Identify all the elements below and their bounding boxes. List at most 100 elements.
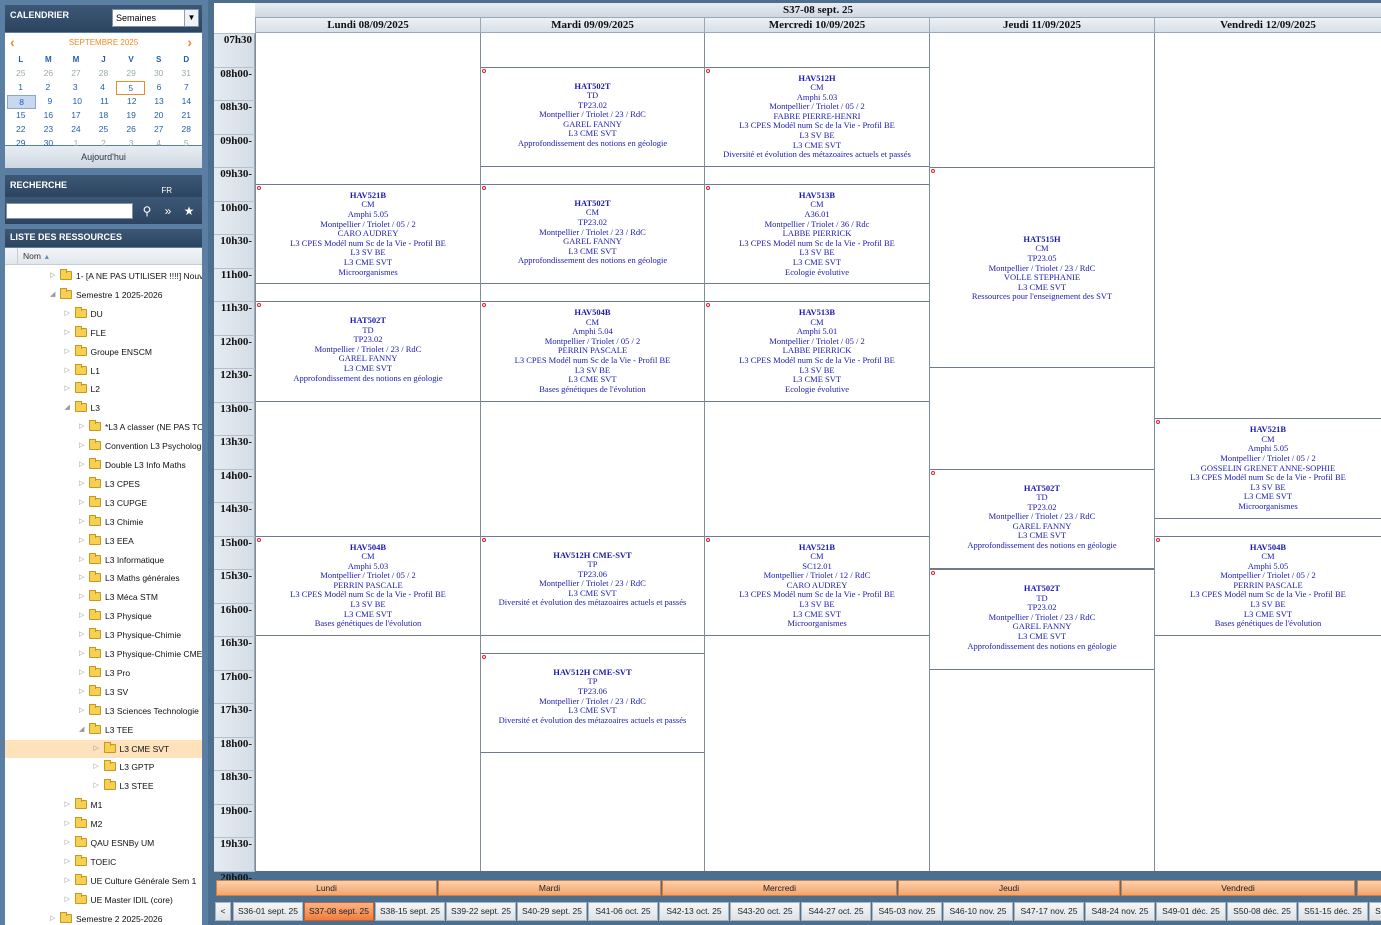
calendar-day[interactable]: 26 [35, 67, 63, 81]
tree-item[interactable]: ▷ FLE [5, 324, 202, 342]
tree-item[interactable]: ▷ M1 [5, 796, 202, 814]
tree-item[interactable]: ▷ *L3 A classer (NE PAS TOUCHER) [5, 418, 202, 436]
tree-item[interactable]: ▷ L3 Méca STM [5, 588, 202, 606]
tree-item[interactable]: ▷ L3 Chimie [5, 513, 202, 531]
caret-right-icon[interactable]: ▷ [79, 456, 87, 474]
day-tab[interactable]: Lundi [216, 880, 437, 896]
caret-right-icon[interactable]: ▷ [65, 891, 73, 909]
caret-right-icon[interactable]: ▷ [65, 853, 73, 871]
caret-right-icon[interactable]: ▷ [65, 324, 73, 342]
tree-item[interactable]: ▷ L3 Informatique [5, 551, 202, 569]
calendar-day[interactable]: 20 [145, 109, 173, 123]
calendar-day[interactable]: 28 [172, 123, 200, 137]
caret-right-icon[interactable]: ▷ [79, 532, 87, 550]
calendar-day[interactable]: 8 [7, 95, 37, 109]
tree-item[interactable]: ▷ DU [5, 305, 202, 323]
search-input[interactable] [6, 203, 133, 219]
caret-right-icon[interactable]: ▷ [79, 569, 87, 587]
chevron-right-icon[interactable]: › [187, 35, 192, 49]
calendar-day[interactable]: 11 [91, 95, 118, 109]
week-tab[interactable]: S36-01 sept. 25 [233, 902, 303, 921]
calendar-day[interactable]: 21 [172, 109, 200, 123]
caret-right-icon[interactable]: ▷ [65, 815, 73, 833]
tree-item[interactable]: ▷ L3 Pro [5, 664, 202, 682]
prev-week-button[interactable]: < [215, 902, 231, 921]
event-block[interactable]: HAT515H CM TP23.05 Montpellier / Triolet / … [930, 167, 1154, 368]
caret-down-icon[interactable]: ◢ [79, 721, 87, 739]
caret-right-icon[interactable]: ▷ [65, 343, 73, 361]
calendar-day[interactable]: 31 [172, 67, 200, 81]
tree-item[interactable]: ▷ L3 Maths générales [5, 569, 202, 587]
event-block[interactable]: HAV504B CM Amphi 5.05 Montpellier / Triolet… [1155, 535, 1381, 636]
caret-right-icon[interactable]: ▷ [94, 758, 102, 776]
caret-right-icon[interactable]: ▷ [65, 834, 73, 852]
event-block[interactable]: HAV521B CM Amphi 5.05 Montpellier / Triolet… [256, 183, 480, 285]
calendar-day[interactable]: 27 [145, 123, 173, 137]
tree-item[interactable]: ▷ Convention L3 Psychologie [5, 437, 202, 455]
caret-right-icon[interactable]: ▷ [79, 702, 87, 720]
event-block[interactable]: HAV513B CM Amphi 5.01 Montpellier / Triolet… [705, 301, 929, 402]
week-tab[interactable]: S47-17 nov. 25 [1014, 902, 1084, 921]
calendar-day[interactable]: 13 [145, 95, 172, 109]
tree-item[interactable]: ▷ QAU ESNBy UM [5, 834, 202, 852]
calendar-day[interactable]: 29 [117, 67, 145, 81]
event-block[interactable]: HAT502T TD TP23.02 Montpellier / Triolet / … [930, 468, 1154, 569]
event-block[interactable]: HAV512H CME-SVT TP TP23.06 Montpellier / Tr… [481, 652, 704, 754]
today-button[interactable]: Aujourd'hui [5, 146, 202, 168]
calendar-day[interactable]: 15 [7, 109, 35, 123]
tree-item[interactable]: ▷ L3 GPTP [5, 758, 202, 776]
week-tab[interactable]: S49-01 déc. 25 [1156, 902, 1226, 921]
calendar-day[interactable]: 27 [62, 67, 90, 81]
calendar-day[interactable]: 16 [35, 109, 63, 123]
event-block[interactable]: HAT502T TD TP23.02 Montpellier / Triolet / … [930, 569, 1154, 670]
calendar-day[interactable]: 1 [7, 81, 34, 95]
week-tab[interactable]: S40-29 sept. 25 [517, 902, 587, 921]
tree-item[interactable]: ◢ Semestre 1 2025-2026 [5, 286, 202, 304]
week-tab[interactable]: S39-22 sept. 25 [446, 902, 516, 921]
calendar-day[interactable]: 12 [118, 95, 145, 109]
caret-right-icon[interactable]: ▷ [79, 664, 87, 682]
caret-right-icon[interactable]: ▷ [79, 683, 87, 701]
caret-right-icon[interactable]: ▷ [65, 305, 73, 323]
calendar-day[interactable]: 24 [62, 123, 90, 137]
week-tab[interactable]: S48-24 nov. 25 [1085, 902, 1155, 921]
caret-right-icon[interactable]: ▷ [94, 777, 102, 795]
tree-item[interactable]: ▷ L3 CUPGE [5, 494, 202, 512]
calendar-day[interactable]: 9 [36, 95, 63, 109]
calendar-day[interactable]: 25 [90, 123, 118, 137]
calendar-day[interactable]: 28 [90, 67, 118, 81]
caret-right-icon[interactable]: ▷ [65, 380, 73, 398]
tree-item[interactable]: ▷ L3 STEE [5, 777, 202, 795]
caret-right-icon[interactable]: ▷ [65, 796, 73, 814]
calendar-day[interactable]: 6 [145, 81, 172, 95]
tree-item[interactable]: ▷ M2 [5, 815, 202, 833]
calendar-day[interactable]: 18 [90, 109, 118, 123]
week-tab[interactable]: S44-27 oct. 25 [801, 902, 871, 921]
double-chevron-icon[interactable]: » [160, 202, 176, 220]
caret-right-icon[interactable]: ▷ [50, 267, 58, 285]
column-nom[interactable]: Nom ▲ [23, 251, 50, 261]
week-tab[interactable]: S51-15 déc. 25 [1298, 902, 1368, 921]
caret-right-icon[interactable]: ▷ [79, 551, 87, 569]
tree-item[interactable]: ▷ L2 [5, 380, 202, 398]
event-block[interactable]: HAT502T CM TP23.02 Montpellier / Triolet / … [481, 183, 704, 285]
event-block[interactable]: HAT502T TD TP23.02 Montpellier / Triolet / … [256, 301, 480, 402]
tree-item[interactable]: ▷ UE Culture Générale Sem 1 [5, 872, 202, 890]
caret-right-icon[interactable]: ▷ [79, 437, 87, 455]
calendar-day[interactable]: 7 [173, 81, 200, 95]
event-block[interactable]: HAT502T TD TP23.02 Montpellier / Triolet / … [481, 66, 704, 167]
day-tab-overflow[interactable] [1357, 880, 1381, 896]
calendar-day[interactable]: 30 [145, 67, 173, 81]
week-tab[interactable]: S41-06 oct. 25 [588, 902, 658, 921]
day-tab[interactable]: Vendredi [1121, 880, 1355, 896]
tree-item[interactable]: ▷ UE Master IDIL (core) [5, 891, 202, 909]
day-tab[interactable]: Jeudi [898, 880, 1120, 896]
caret-right-icon[interactable]: ▷ [79, 607, 87, 625]
calendar-day[interactable]: 10 [64, 95, 91, 109]
tree-item[interactable]: ▷ L1 [5, 362, 202, 380]
caret-down-icon[interactable]: ◢ [65, 399, 73, 417]
tree-item[interactable]: ▷ L3 Physique [5, 607, 202, 625]
caret-right-icon[interactable]: ▷ [50, 910, 58, 925]
week-tab[interactable]: S52-22 déc. 25 [1369, 902, 1381, 921]
calendar-day[interactable]: 5 [116, 81, 146, 95]
